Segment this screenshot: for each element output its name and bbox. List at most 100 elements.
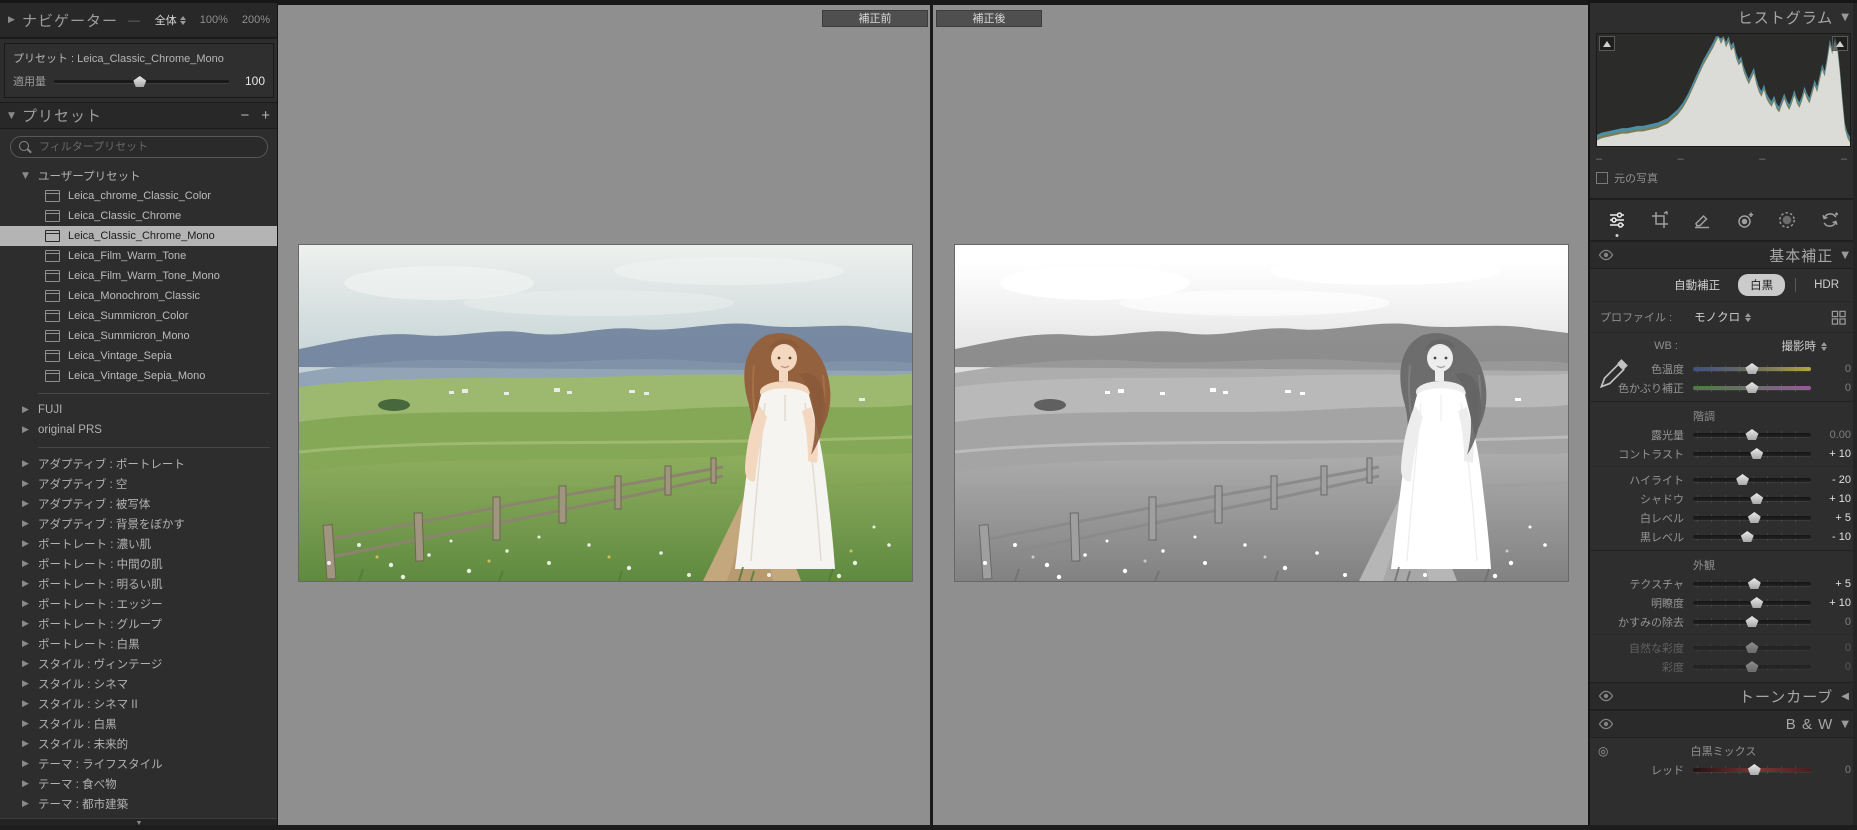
- preset-group-スタイル : シネマ[interactable]: ▶ スタイル : シネマ: [0, 674, 278, 694]
- zoom-option[interactable]: 200%: [242, 14, 270, 26]
- preset-group-ポートレート : グループ[interactable]: ▶ ポートレート : グループ: [0, 614, 278, 634]
- profile-select[interactable]: モノクロ: [1694, 309, 1752, 325]
- preset-group-アダプティブ : 空[interactable]: ▶ アダプティブ : 空: [0, 474, 278, 494]
- chevron-right-icon[interactable]: ▶: [22, 639, 38, 649]
- preset-group-ポートレート : エッジー[interactable]: ▶ ポートレート : エッジー: [0, 594, 278, 614]
- basic-visibility-eye-icon[interactable]: [1598, 247, 1614, 263]
- histogram-header[interactable]: ヒストグラム ▼: [1590, 3, 1857, 31]
- navigator-header[interactable]: ▶ ナビゲーター — 全体 100% 200%: [0, 3, 278, 39]
- chevron-right-icon[interactable]: ▶: [22, 679, 38, 689]
- mode-button-自動補正[interactable]: 自動補正: [1666, 274, 1728, 296]
- chevron-right-icon[interactable]: ▶: [22, 719, 38, 729]
- before-after-divider[interactable]: [930, 5, 933, 830]
- remove-preset-button[interactable]: −: [240, 108, 249, 123]
- preset-item[interactable]: Leica_Classic_Chrome_Mono: [0, 226, 278, 246]
- slider-track[interactable]: [1693, 660, 1811, 673]
- slider-track[interactable]: [1693, 447, 1811, 460]
- chevron-right-icon[interactable]: ▶: [22, 779, 38, 789]
- amount-slider[interactable]: [54, 75, 229, 87]
- preset-group-スタイル : シネマ II[interactable]: ▶ スタイル : シネマ II: [0, 694, 278, 714]
- bw-visibility-eye-icon[interactable]: [1598, 716, 1614, 732]
- wb-select[interactable]: 撮影時: [1782, 338, 1827, 354]
- mode-button-HDR[interactable]: HDR: [1806, 276, 1847, 294]
- chevron-right-icon[interactable]: ▶: [22, 659, 38, 669]
- preset-item[interactable]: Leica_Vintage_Sepia_Mono: [0, 366, 278, 386]
- bw-collapse-icon[interactable]: ▼: [1841, 719, 1849, 730]
- mode-button-白黒[interactable]: 白黒: [1738, 274, 1786, 296]
- slider-track[interactable]: [1693, 615, 1811, 628]
- preset-group-ポートレート : 明るい肌[interactable]: ▶ ポートレート : 明るい肌: [0, 574, 278, 594]
- bw-panel-header[interactable]: B & W ▼: [1590, 710, 1857, 738]
- preset-group-テーマ : ライフスタイル[interactable]: ▶ テーマ : ライフスタイル: [0, 754, 278, 774]
- chevron-right-icon[interactable]: ▶: [22, 739, 38, 749]
- basic-collapse-icon[interactable]: ▼: [1841, 250, 1849, 261]
- preset-group-ポートレート : 中間の肌[interactable]: ▶ ポートレート : 中間の肌: [0, 554, 278, 574]
- chevron-right-icon[interactable]: ▶: [22, 405, 38, 415]
- preset-item[interactable]: Leica_Vintage_Sepia: [0, 346, 278, 366]
- chevron-right-icon[interactable]: ▶: [22, 759, 38, 769]
- preset-group-ユーザープリセット[interactable]: ▼ ユーザープリセット: [0, 166, 278, 186]
- histogram[interactable]: [1596, 33, 1851, 147]
- preset-group-アダプティブ : 背景をぼかす[interactable]: ▶ アダプティブ : 背景をぼかす: [0, 514, 278, 534]
- slider-track[interactable]: [1693, 511, 1811, 524]
- profile-browser-grid-icon[interactable]: [1830, 309, 1847, 326]
- basic-panel-header[interactable]: 基本補正 ▼: [1590, 241, 1857, 269]
- chevron-right-icon[interactable]: ▶: [22, 599, 38, 609]
- chevron-right-icon[interactable]: ▶: [22, 499, 38, 509]
- edit-tool-icon[interactable]: [1602, 205, 1632, 235]
- preset-group-スタイル : 白黒[interactable]: ▶ スタイル : 白黒: [0, 714, 278, 734]
- preset-search-input[interactable]: [37, 140, 259, 154]
- preset-list-scroll-hint[interactable]: ▼: [0, 818, 278, 825]
- healing-tool-icon[interactable]: [1687, 205, 1717, 235]
- preset-group-FUJI[interactable]: ▶ FUJI: [0, 400, 278, 420]
- white-balance-eyedropper-icon[interactable]: [1596, 357, 1630, 393]
- preset-group-テーマ : 都市建築[interactable]: ▶ テーマ : 都市建築: [0, 794, 278, 814]
- chevron-right-icon[interactable]: ▶: [22, 699, 38, 709]
- zoom-option[interactable]: 全体: [155, 12, 186, 28]
- slider-track[interactable]: [1693, 362, 1811, 375]
- preset-group-スタイル : 未来的[interactable]: ▶ スタイル : 未来的: [0, 734, 278, 754]
- tone-curve-header[interactable]: トーンカーブ ◀: [1590, 682, 1857, 710]
- slider-track[interactable]: [1693, 492, 1811, 505]
- preset-item[interactable]: Leica_Summicron_Color: [0, 306, 278, 326]
- tone-curve-visibility-eye-icon[interactable]: [1598, 688, 1614, 704]
- masking-tool-icon[interactable]: [1772, 205, 1802, 235]
- preset-item[interactable]: Leica_Summicron_Mono: [0, 326, 278, 346]
- chevron-right-icon[interactable]: ▶: [22, 459, 38, 469]
- show-original-row[interactable]: 元の写真: [1590, 165, 1857, 194]
- chevron-right-icon[interactable]: ▶: [22, 519, 38, 529]
- preset-group-ポートレート : 白黒[interactable]: ▶ ポートレート : 白黒: [0, 634, 278, 654]
- show-original-checkbox[interactable]: [1596, 172, 1608, 184]
- preset-group-original PRS[interactable]: ▶ original PRS: [0, 420, 278, 440]
- preset-group-スタイル : ヴィンテージ[interactable]: ▶ スタイル : ヴィンテージ: [0, 654, 278, 674]
- red-eye-tool-icon[interactable]: [1730, 205, 1760, 235]
- right-panel-scrollbar[interactable]: [1853, 3, 1857, 825]
- preset-group-アダプティブ : 被写体[interactable]: ▶ アダプティブ : 被写体: [0, 494, 278, 514]
- preset-item[interactable]: Leica_Classic_Chrome: [0, 206, 278, 226]
- slider-groove[interactable]: [1693, 478, 1811, 482]
- add-preset-button[interactable]: +: [261, 108, 270, 123]
- sync-tool-icon[interactable]: [1815, 205, 1845, 235]
- preset-item[interactable]: Leica_chrome_Classic_Color: [0, 186, 278, 206]
- targeted-adjustment-icon[interactable]: ◎: [1598, 744, 1608, 758]
- presets-collapse-icon[interactable]: ▼: [8, 111, 22, 121]
- preset-item[interactable]: Leica_Film_Warm_Tone: [0, 246, 278, 266]
- chevron-right-icon[interactable]: ▶: [22, 559, 38, 569]
- slider-track[interactable]: [1693, 428, 1811, 441]
- navigator-collapse-icon[interactable]: ▶: [8, 15, 22, 25]
- preset-search-box[interactable]: [10, 136, 268, 158]
- zoom-option[interactable]: 100%: [200, 14, 228, 26]
- tone-curve-expand-icon[interactable]: ◀: [1841, 691, 1849, 702]
- chevron-down-icon[interactable]: ▼: [22, 171, 38, 181]
- preset-group-アダプティブ : ポートレート[interactable]: ▶ アダプティブ : ポートレート: [0, 454, 278, 474]
- slider-track[interactable]: [1693, 381, 1811, 394]
- slider-track[interactable]: [1693, 473, 1811, 486]
- crop-tool-icon[interactable]: [1645, 205, 1675, 235]
- presets-header[interactable]: ▼ プリセット − +: [0, 102, 278, 129]
- highlight-clipping-indicator[interactable]: [1832, 36, 1848, 51]
- chevron-right-icon[interactable]: ▶: [22, 579, 38, 589]
- slider-track[interactable]: [1693, 596, 1811, 609]
- shadow-clipping-indicator[interactable]: [1599, 36, 1615, 51]
- slider-track[interactable]: [1693, 530, 1811, 543]
- chevron-right-icon[interactable]: ▶: [22, 799, 38, 809]
